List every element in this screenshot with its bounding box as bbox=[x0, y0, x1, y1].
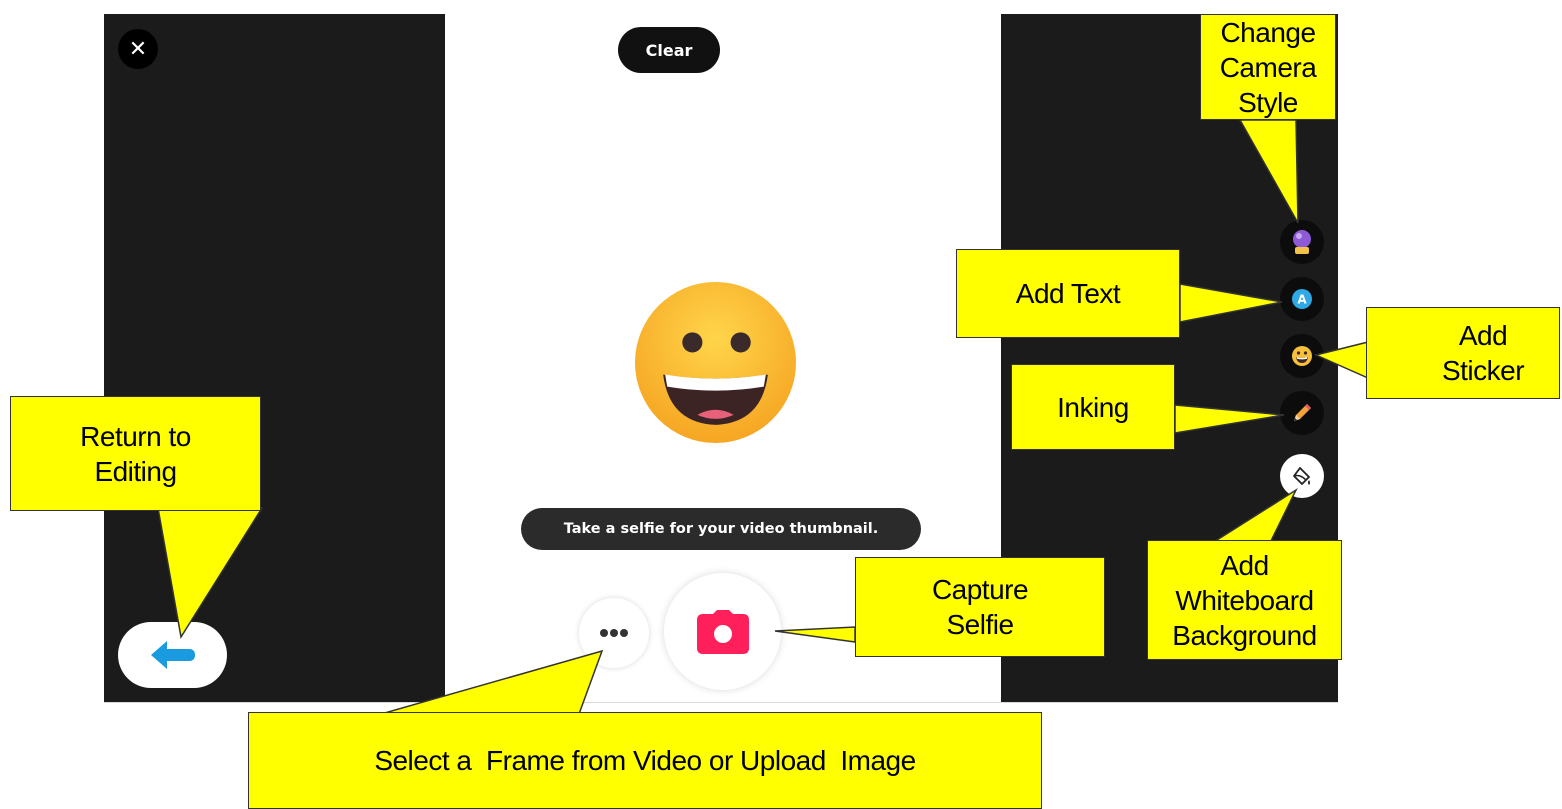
callout-select-frame-label: Select a Frame from Video or Upload Imag… bbox=[374, 745, 916, 776]
callout-camera-style: Change Camera Style bbox=[1200, 14, 1336, 120]
callout-inking-label: Inking bbox=[1057, 391, 1129, 423]
callout-return-editing-label: Return to Editing bbox=[80, 420, 191, 487]
callout-add-sticker: Add Sticker bbox=[1366, 307, 1560, 399]
callout-capture-selfie: Capture Selfie bbox=[855, 557, 1105, 657]
callout-add-text-label: Add Text bbox=[1015, 278, 1121, 309]
callout-camera-style-label: Change Camera Style bbox=[1219, 16, 1317, 118]
callout-add-sticker-label: Add Sticker bbox=[1441, 320, 1525, 386]
callout-select-frame: Select a Frame from Video or Upload Imag… bbox=[248, 712, 1042, 809]
callout-return-editing: Return to Editing bbox=[10, 396, 261, 511]
callout-add-text: Add Text bbox=[956, 249, 1180, 338]
callout-whiteboard-label: Add Whiteboard Background bbox=[1172, 549, 1317, 651]
callout-whiteboard: Add Whiteboard Background bbox=[1147, 540, 1342, 660]
callout-capture-selfie-label: Capture Selfie bbox=[931, 574, 1029, 640]
callout-inking: Inking bbox=[1011, 364, 1175, 450]
